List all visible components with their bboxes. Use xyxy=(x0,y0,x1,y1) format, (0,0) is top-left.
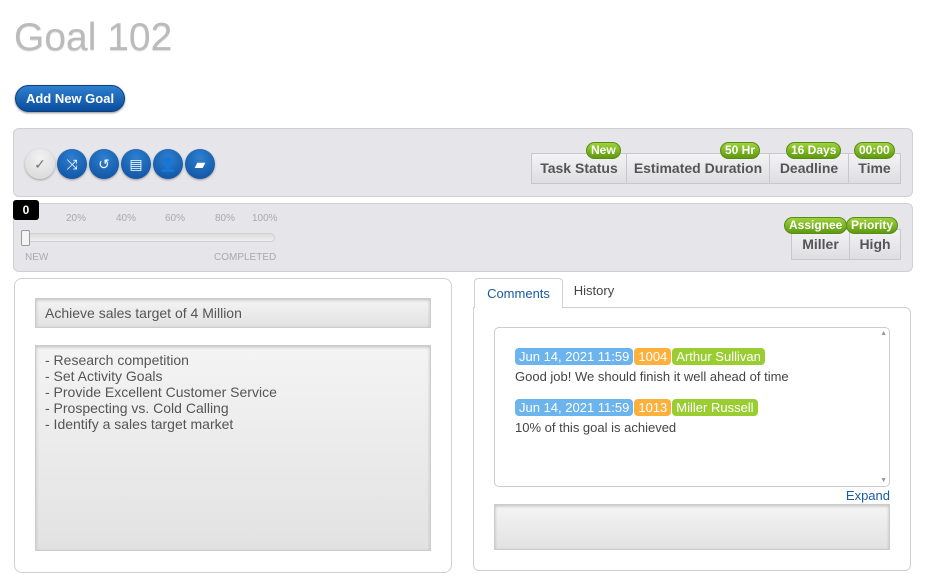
archive-icon[interactable]: ▤ xyxy=(121,149,151,179)
goal-name-input[interactable]: Achieve sales target of 4 Million xyxy=(35,298,431,328)
assignee-badge: Assignee xyxy=(784,217,848,234)
chat-icon[interactable]: ▰ xyxy=(185,149,215,179)
comment-date: Jun 14, 2021 11:59 xyxy=(515,399,634,416)
comment-item: Jun 14, 2021 11:59 1013 Miller Russell 10%… xyxy=(515,399,869,435)
progress-slider-track[interactable] xyxy=(25,233,275,242)
priority-badge: Priority xyxy=(846,217,899,234)
goal-description-textarea[interactable]: - Research competition - Set Activity Go… xyxy=(35,345,431,551)
tick-label: 20% xyxy=(66,213,87,224)
expand-link[interactable]: Expand xyxy=(800,488,890,503)
add-new-goal-button[interactable]: Add New Goal xyxy=(15,85,125,112)
comment-id: 1004 xyxy=(634,348,672,365)
check-icon[interactable]: ✓ xyxy=(25,149,55,179)
history-icon[interactable]: ↺ xyxy=(89,149,119,179)
deadline-badge: 16 Days xyxy=(786,142,842,159)
time-badge: 00:00 xyxy=(854,142,895,159)
status-badge: New xyxy=(586,142,621,159)
add-user-icon[interactable]: 👤 xyxy=(153,149,183,179)
page-title: Goal 102 xyxy=(14,16,173,59)
comment-author: Miller Russell xyxy=(672,399,758,416)
tick-label: 40% xyxy=(116,213,137,224)
comment-text: Good job! We should finish it well ahead… xyxy=(515,369,789,384)
tab-comments[interactable]: Comments xyxy=(474,278,563,308)
comment-text: 10% of this goal is achieved xyxy=(515,420,677,435)
tab-history[interactable]: History xyxy=(563,278,625,306)
comment-item: Jun 14, 2021 11:59 1004 Arthur Sullivan Go… xyxy=(515,348,869,384)
progress-slider-handle[interactable] xyxy=(21,230,30,246)
progress-end-label: COMPLETED xyxy=(214,252,277,263)
tick-label: 60% xyxy=(165,213,186,224)
comment-date: Jun 14, 2021 11:59 xyxy=(515,348,634,365)
scroll-up-icon[interactable]: ▲ xyxy=(880,330,887,337)
tick-label: 100% xyxy=(252,213,278,224)
comment-author: Arthur Sullivan xyxy=(672,348,765,365)
scroll-down-icon[interactable]: ▼ xyxy=(880,477,887,484)
progress-tooltip: 0 xyxy=(13,200,39,220)
duration-badge: 50 Hr xyxy=(720,142,761,159)
comments-list: Jun 14, 2021 11:59 1004 Arthur Sullivan Go… xyxy=(494,327,890,487)
comment-input[interactable] xyxy=(494,504,890,550)
tick-label: 80% xyxy=(215,213,236,224)
progress-start-label: NEW xyxy=(25,252,49,263)
shuffle-icon[interactable]: ⤨ xyxy=(57,149,87,179)
comment-id: 1013 xyxy=(634,399,672,416)
